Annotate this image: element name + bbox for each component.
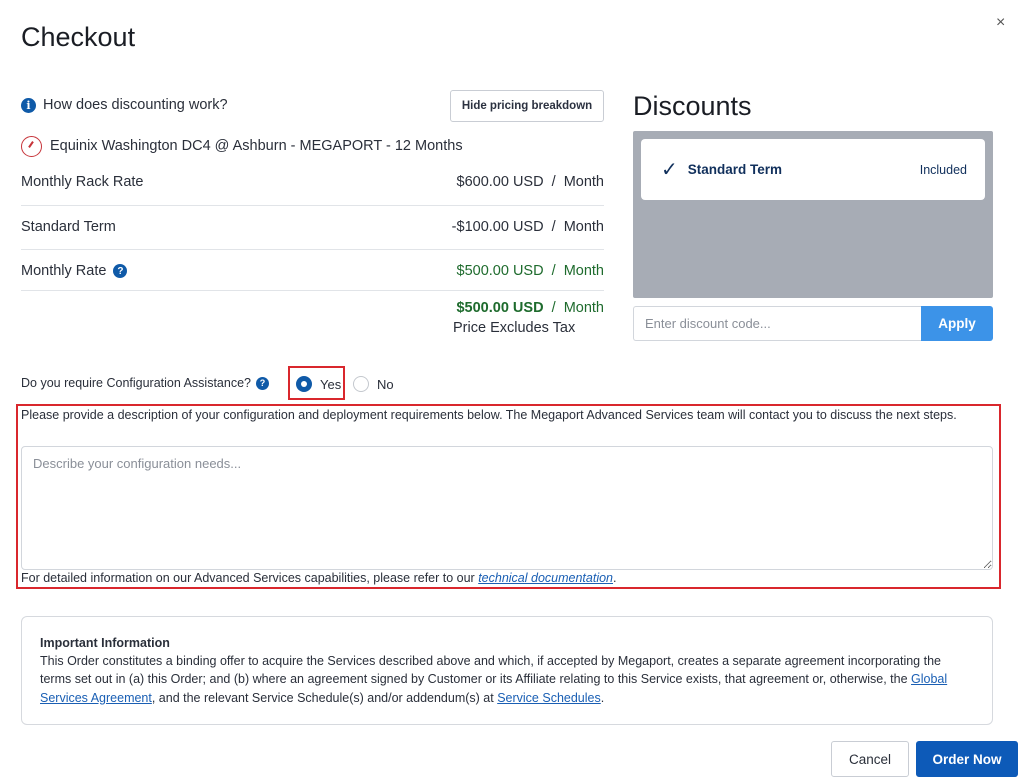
info-icon: i: [21, 97, 36, 113]
product-line: Equinix Washington DC4 @ Ashburn - MEGAP…: [21, 135, 463, 157]
divider: [21, 290, 604, 291]
service-schedules-link[interactable]: Service Schedules: [497, 691, 601, 705]
tax-note: Price Excludes Tax: [453, 320, 576, 336]
price-total-value: $500.00 USD / Month: [456, 300, 604, 316]
price-row-rack-rate: Monthly Rack Rate $600.00 USD / Month: [21, 172, 604, 192]
apply-button[interactable]: Apply: [921, 306, 993, 341]
location-pin-icon: [21, 135, 42, 157]
price-total-amount: $500.00 USD: [456, 300, 544, 316]
price-row-value: $500.00 USD / Month: [456, 263, 605, 279]
product-name: Equinix Washington DC4 @ Ashburn - MEGAP…: [50, 138, 463, 154]
advanced-services-note: For detailed information on our Advanced…: [21, 571, 617, 585]
config-question: Do you require Configuration Assistance?…: [21, 374, 269, 392]
discounting-help-link[interactable]: i How does discounting work?: [21, 95, 228, 115]
help-icon[interactable]: ?: [113, 264, 128, 278]
config-question-label: Do you require Configuration Assistance?: [21, 376, 251, 390]
discount-name: Standard Term: [687, 162, 783, 177]
price-row-value: -$100.00 USD / Month: [451, 219, 604, 235]
price-row-standard-term: Standard Term -$100.00 USD / Month: [21, 217, 604, 237]
close-icon[interactable]: ×: [996, 14, 1005, 32]
cancel-button[interactable]: Cancel: [831, 741, 909, 777]
discount-item: ✓ Standard Term Included: [641, 139, 985, 200]
price-row-label: Monthly Rack Rate: [21, 174, 144, 190]
price-row-value: $600.00 USD / Month: [456, 174, 605, 190]
config-description: Please provide a description of your con…: [21, 408, 957, 422]
terms-text: , and the relevant Service Schedule(s) a…: [151, 690, 498, 705]
config-needs-textarea[interactable]: [21, 446, 993, 570]
radio-label: Yes: [320, 376, 342, 392]
hide-pricing-button[interactable]: Hide pricing breakdown: [450, 90, 604, 122]
price-total-unit: / Month: [543, 300, 604, 316]
radio-label: No: [377, 376, 394, 392]
important-info-body: This Order constitutes a binding offer t…: [40, 652, 974, 707]
radio-unselected-icon[interactable]: [353, 376, 369, 392]
divider: [21, 205, 604, 206]
important-info-box: Important Information This Order constit…: [21, 616, 993, 725]
price-total: $500.00 USD / Month: [21, 298, 604, 318]
discount-status: Included: [919, 162, 967, 177]
radio-yes[interactable]: Yes: [296, 375, 341, 393]
note-text: For detailed information on our Advanced…: [21, 571, 479, 585]
terms-text: This Order constitutes a binding offer t…: [40, 654, 941, 687]
radio-no[interactable]: No: [353, 375, 394, 393]
divider: [21, 249, 604, 250]
checkmark-icon: ✓: [661, 158, 678, 181]
important-info-title: Important Information: [40, 636, 170, 650]
page-title: Checkout: [21, 22, 136, 52]
price-row-label-wrap: Monthly Rate ?: [21, 263, 128, 279]
order-now-button[interactable]: Order Now: [916, 741, 1018, 777]
terms-text: .: [600, 690, 605, 705]
radio-selected-icon[interactable]: [296, 376, 312, 392]
discounts-panel: ✓ Standard Term Included: [633, 131, 993, 298]
price-row-label: Standard Term: [21, 219, 116, 235]
discount-code-input[interactable]: [633, 306, 921, 341]
note-suffix: .: [613, 571, 617, 585]
discounts-title: Discounts: [633, 91, 752, 121]
price-row-monthly-rate: Monthly Rate ? $500.00 USD / Month: [21, 261, 604, 281]
help-icon[interactable]: ?: [256, 376, 269, 390]
technical-documentation-link[interactable]: technical documentation: [478, 571, 613, 585]
price-row-label: Monthly Rate: [21, 263, 107, 279]
discounting-help-label: How does discounting work?: [43, 97, 228, 113]
